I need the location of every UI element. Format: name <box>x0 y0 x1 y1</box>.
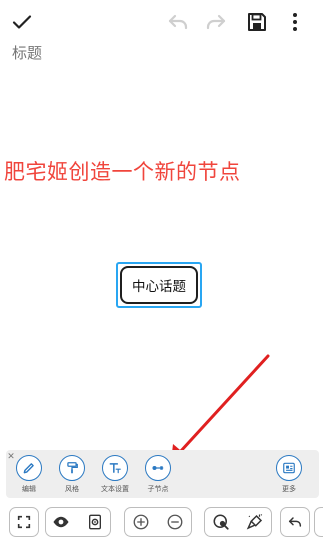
tools-button-group <box>204 507 272 537</box>
view-button-group <box>45 507 111 537</box>
text-settings-label: 文本设置 <box>101 485 129 493</box>
globe-search-icon <box>213 514 229 530</box>
more-label: 更多 <box>282 485 296 493</box>
preview-button[interactable] <box>47 508 75 535</box>
zoom-in-icon <box>133 514 149 529</box>
more-panel-icon <box>283 462 295 474</box>
add-child-node-icon <box>152 465 164 471</box>
clean-format-button[interactable] <box>241 508 269 535</box>
zoom-button-group <box>124 507 192 537</box>
zoom-out-button[interactable] <box>161 508 189 535</box>
text-settings-button[interactable]: 文本设置 <box>92 455 138 497</box>
child-node-button[interactable]: 子节点 <box>135 455 181 497</box>
more-button[interactable]: 更多 <box>266 455 312 497</box>
undo-button[interactable] <box>280 507 310 537</box>
fullscreen-button[interactable] <box>9 507 39 537</box>
style-label: 风格 <box>65 485 79 493</box>
settings-button[interactable] <box>81 508 109 535</box>
text-format-icon <box>109 463 121 474</box>
undo-arrow-icon <box>288 517 302 527</box>
edit-button[interactable]: 编辑 <box>6 455 52 497</box>
fullscreen-icon <box>17 515 31 529</box>
eye-icon <box>53 516 69 527</box>
zoom-out-icon <box>167 514 183 529</box>
next-button-partial[interactable] <box>314 507 323 537</box>
edit-label: 编辑 <box>22 485 36 493</box>
style-button[interactable]: 风格 <box>49 455 95 497</box>
gear-doc-icon <box>89 514 101 529</box>
pencil-icon <box>23 463 34 474</box>
broom-sparkle-icon <box>246 513 263 529</box>
zoom-in-button[interactable] <box>127 508 155 535</box>
child-node-label: 子节点 <box>147 485 169 493</box>
locate-search-button[interactable] <box>207 508 235 535</box>
paint-roller-icon <box>67 462 78 474</box>
